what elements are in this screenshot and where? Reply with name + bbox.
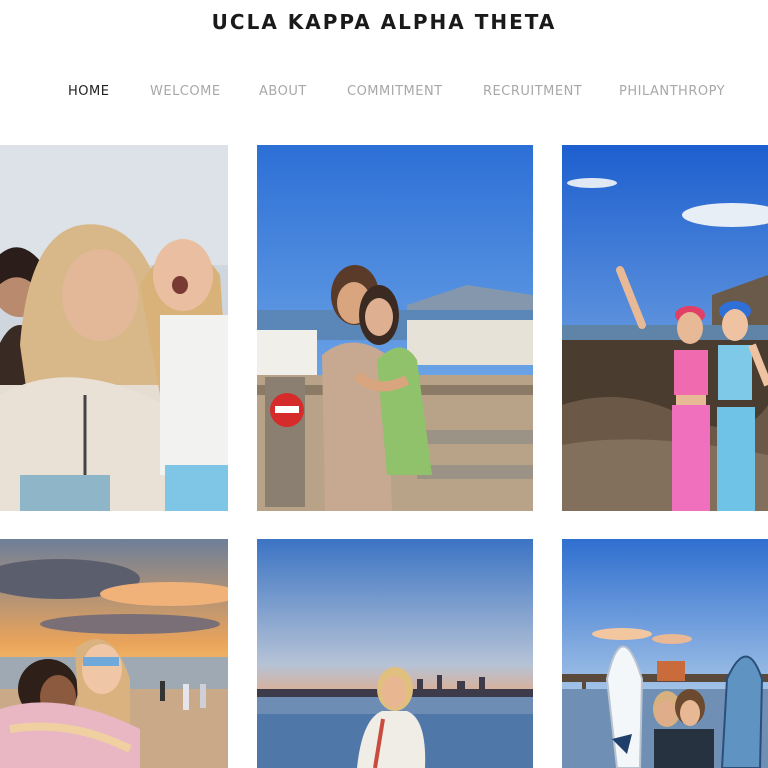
photo-friends-rocks bbox=[562, 145, 768, 511]
photo-friends-selfie bbox=[0, 145, 228, 511]
nav-welcome[interactable]: WELCOME bbox=[150, 84, 221, 99]
photo-friends-surfboards bbox=[562, 539, 768, 768]
main-nav: HOME WELCOME ABOUT COMMITMENT RECRUITMEN… bbox=[0, 84, 768, 104]
gallery-photo-6[interactable] bbox=[562, 539, 768, 768]
nav-about[interactable]: ABOUT bbox=[259, 84, 307, 99]
nav-recruitment[interactable]: RECRUITMENT bbox=[483, 84, 582, 99]
gallery-photo-2[interactable] bbox=[257, 145, 533, 511]
site-title[interactable]: UCLA KAPPA ALPHA THETA bbox=[0, 10, 768, 34]
gallery-photo-4[interactable] bbox=[0, 539, 228, 768]
gallery-photo-5[interactable] bbox=[257, 539, 533, 768]
photo-woman-dusk-beach bbox=[257, 539, 533, 768]
photo-friends-coast bbox=[257, 145, 533, 511]
photo-friends-sunset-beach bbox=[0, 539, 228, 768]
gallery-photo-1[interactable] bbox=[0, 145, 228, 511]
nav-philanthropy[interactable]: PHILANTHROPY bbox=[619, 84, 725, 99]
gallery-photo-3[interactable] bbox=[562, 145, 768, 511]
nav-commitment[interactable]: COMMITMENT bbox=[347, 84, 443, 99]
nav-home[interactable]: HOME bbox=[68, 84, 109, 99]
